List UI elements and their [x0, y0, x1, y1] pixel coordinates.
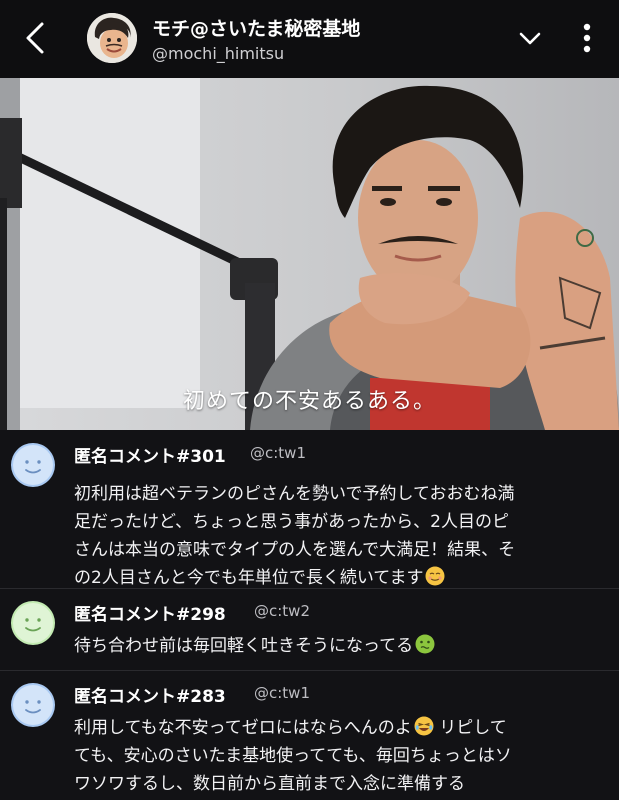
- chevron-left-icon: [26, 22, 44, 54]
- comment-line: さんは本当の意味でタイプの人を選んで大満足！結果、そ: [74, 540, 516, 560]
- comment-author[interactable]: 匿名コメント#298: [74, 600, 226, 625]
- comment-author[interactable]: 匿名コメント#283: [74, 682, 226, 707]
- video-frame-image: [0, 78, 619, 430]
- comment-line: 初利用は超ベテランのピさんを勢いで予約しておおむね満: [74, 484, 515, 504]
- comment-line: ワソワするし、数日前から直前まで入念に準備する: [74, 774, 465, 794]
- joy-face-icon: [414, 716, 434, 736]
- comment-list: 匿名コメント#301 @c:tw1 初利用は超ベテランのピさんを勢いで予約してお…: [0, 430, 619, 800]
- nauseated-face-icon: [415, 634, 435, 654]
- back-button[interactable]: [18, 18, 52, 58]
- comment-line: 利用してもな不安ってゼロにはならへんのよ リピして: [74, 714, 609, 742]
- channel-name[interactable]: モチ@さいたま秘密基地: [152, 14, 360, 41]
- comment-line-text: の2人目さんと今でも年単位で長く続いてます: [74, 568, 424, 588]
- comment-line-text: リピして: [433, 718, 507, 738]
- smiley-avatar-icon: [11, 443, 55, 487]
- comment-text: 待ち合わせ前は毎回軽く吐きそうになってる: [74, 632, 609, 660]
- comment-item: 匿名コメント#301 @c:tw1 初利用は超ベテランのピさんを勢いで予約してお…: [0, 430, 619, 589]
- comment-author[interactable]: 匿名コメント#301: [74, 442, 226, 467]
- comment-handle[interactable]: @c:tw1: [254, 684, 310, 702]
- avatar-caricature-image: [87, 13, 137, 63]
- chevron-down-icon: [519, 32, 541, 45]
- channel-handle[interactable]: @mochi_himitsu: [152, 44, 284, 63]
- comment-item: 匿名コメント#283 @c:tw1 利用してもな不安ってゼロにはならへんのよ リ…: [0, 670, 619, 800]
- comment-line: ても、安心のさいたま基地使ってても、毎回ちょっとはソ: [74, 746, 512, 766]
- comment-text: 初利用は超ベテランのピさんを勢いで予約しておおむね満 足だったけど、ちょっと思う…: [74, 480, 609, 592]
- video-subtitle: 初めての不安あるある。: [182, 389, 436, 414]
- channel-avatar[interactable]: [87, 13, 137, 63]
- comment-text: 利用してもな不安ってゼロにはならへんのよ リピして ても、安心のさいたま基地使っ…: [74, 714, 609, 798]
- relieved-face-icon: [425, 566, 445, 586]
- comment-line: 待ち合わせ前は毎回軽く吐きそうになってる: [74, 632, 609, 660]
- app-header: モチ@さいたま秘密基地 @mochi_himitsu: [0, 0, 619, 78]
- more-options-button[interactable]: [572, 18, 602, 58]
- comment-handle[interactable]: @c:tw2: [254, 602, 310, 620]
- expand-button[interactable]: [515, 24, 545, 54]
- comment-handle[interactable]: @c:tw1: [250, 444, 306, 462]
- video-player[interactable]: 初めての不安あるある。: [0, 78, 619, 430]
- smiley-avatar-icon: [11, 683, 55, 727]
- comment-item: 匿名コメント#298 @c:tw2 待ち合わせ前は毎回軽く吐きそうになってる: [0, 588, 619, 671]
- comment-line: 足だったけど、ちょっと思う事があったから、2人目のピ: [74, 512, 509, 532]
- smiley-avatar-icon: [11, 601, 55, 645]
- comment-line-text: 待ち合わせ前は毎回軽く吐きそうになってる: [74, 636, 414, 656]
- comment-line-text: 利用してもな不安ってゼロにはならへんのよ: [74, 718, 412, 738]
- more-vertical-icon: [583, 23, 591, 53]
